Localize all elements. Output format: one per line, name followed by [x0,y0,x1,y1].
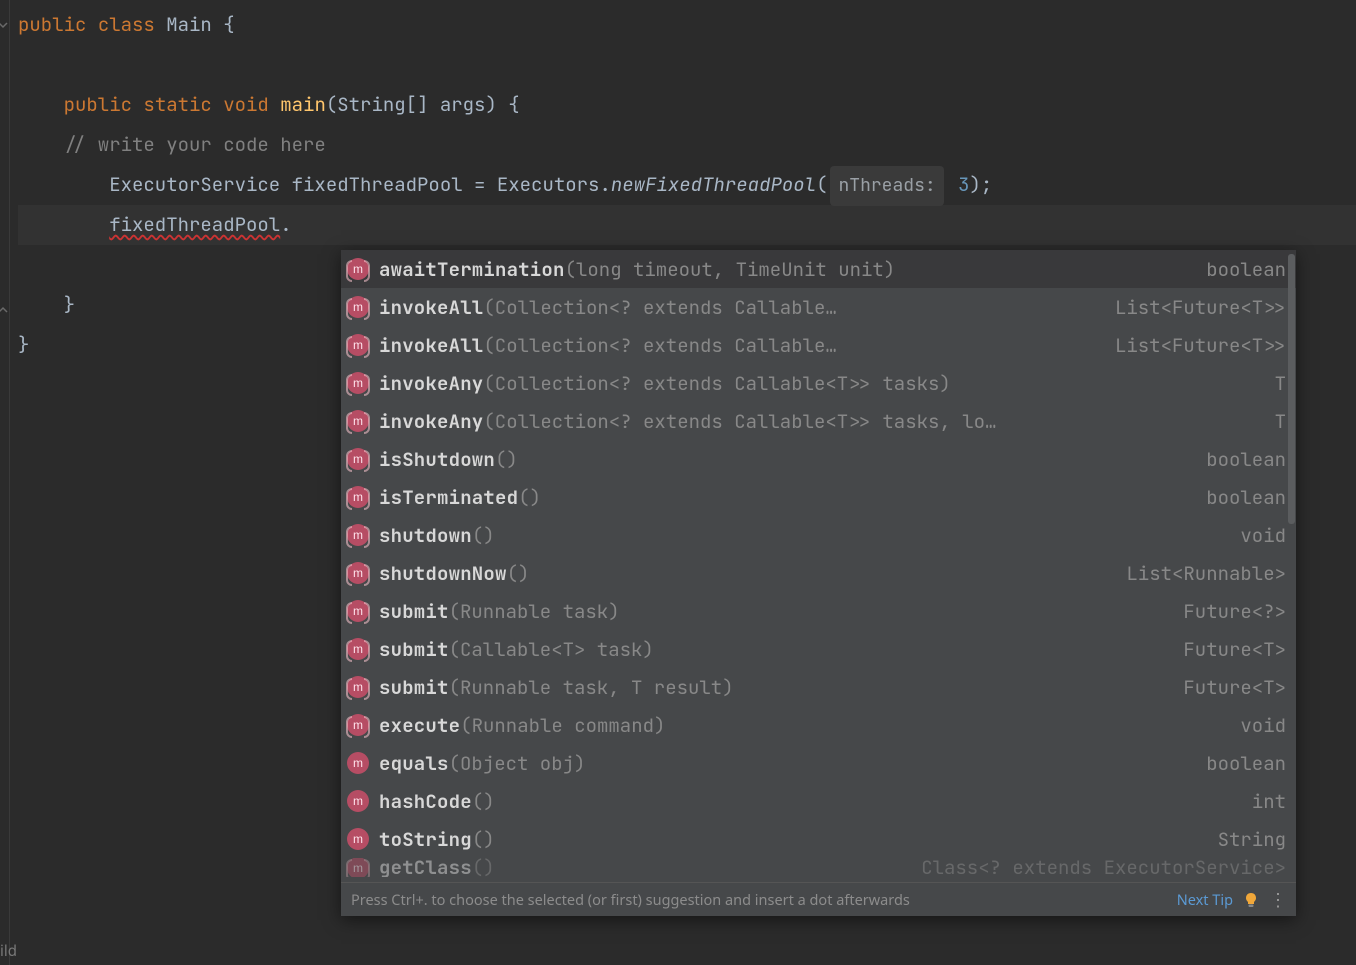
autocomplete-item[interactable]: m awaitTermination(long timeout, TimeUnit… [341,250,1296,288]
return-type: Future<T> [1183,637,1286,662]
method-icon: m [347,486,369,508]
method-signature: toString() [379,827,495,852]
autocomplete-item[interactable]: m invokeAll(Collection<? extends Callable… [341,288,1296,326]
return-type: boolean [1206,257,1286,282]
method-icon: m [347,714,369,736]
method-signature: shutdownNow() [379,561,529,586]
next-tip-link[interactable]: Next Tip [1177,890,1233,910]
method-signature: invokeAny(Collection<? extends Callable<… [379,371,951,396]
autocomplete-item[interactable]: m submit(Runnable task, T result) Future<T… [341,668,1296,706]
method-icon: m [347,296,369,318]
method-icon: m [347,638,369,660]
parameter-hint: nThreads: [830,166,943,206]
return-type: String [1218,827,1286,852]
return-type: int [1252,789,1286,814]
status-bar-left: ild [0,941,17,961]
return-type: void [1240,523,1286,548]
method-signature: submit(Runnable task, T result) [379,675,734,700]
autocomplete-item[interactable]: m submit(Runnable task) Future<?> [341,592,1296,630]
autocomplete-item[interactable]: m equals(Object obj) boolean [341,744,1296,782]
return-type: void [1240,713,1286,738]
method-icon: m [347,372,369,394]
tip-text: Press Ctrl+. to choose the selected (or … [351,890,1167,910]
autocomplete-item[interactable]: m invokeAny(Collection<? extends Callable… [341,402,1296,440]
method-icon: m [347,752,369,774]
return-type: T [1275,371,1286,396]
method-signature: submit(Callable<T> task) [379,637,654,662]
return-type: boolean [1206,485,1286,510]
method-signature: equals(Object obj) [379,751,585,776]
return-type: List<Future<T>> [1115,333,1286,358]
method-icon: m [347,410,369,432]
method-icon: m [347,448,369,470]
return-type: Future<T> [1183,675,1286,700]
popup-scrollbar[interactable] [1286,250,1296,882]
return-type: T [1275,409,1286,434]
return-type: List<Future<T>> [1115,295,1286,320]
autocomplete-item[interactable]: m invokeAll(Collection<? extends Callable… [341,326,1296,364]
method-icon: m [347,828,369,850]
method-signature: invokeAll(Collection<? extends Callable… [379,333,837,358]
return-type: Class<? extends ExecutorService> [921,858,1286,877]
scrollbar-thumb[interactable] [1288,254,1295,524]
method-signature: invokeAll(Collection<? extends Callable… [379,295,837,320]
method-icon: m [347,334,369,356]
method-signature: execute(Runnable command) [379,713,665,738]
autocomplete-item[interactable]: m hashCode() int [341,782,1296,820]
method-signature: isTerminated() [379,485,541,510]
autocomplete-item[interactable]: m isShutdown() boolean [341,440,1296,478]
autocomplete-item[interactable]: m invokeAny(Collection<? extends Callable… [341,364,1296,402]
method-signature: submit(Runnable task) [379,599,620,624]
method-icon: m [347,562,369,584]
method-signature: getClass() [379,858,495,877]
method-icon: m [347,676,369,698]
method-signature: isShutdown() [379,447,518,472]
return-type: Future<?> [1183,599,1286,624]
autocomplete-list[interactable]: m awaitTermination(long timeout, TimeUnit… [341,250,1296,882]
autocomplete-item[interactable]: m getClass() Class<? extends ExecutorServi… [341,858,1296,877]
code-line: public static void main(String[] args) { [18,85,1356,125]
code-line [18,45,1356,85]
more-icon[interactable]: ⋮ [1269,891,1286,909]
method-icon: m [347,524,369,546]
autocomplete-footer: Press Ctrl+. to choose the selected (or … [341,882,1296,916]
autocomplete-item[interactable]: m toString() String [341,820,1296,858]
method-icon: m [347,600,369,622]
autocomplete-item[interactable]: m execute(Runnable command) void [341,706,1296,744]
return-type: boolean [1206,447,1286,472]
method-signature: invokeAny(Collection<? extends Callable<… [379,409,996,434]
code-line-current: fixedThreadPool. [18,205,1356,245]
bulb-icon[interactable] [1243,892,1259,908]
return-type: List<Runnable> [1126,561,1286,586]
autocomplete-item[interactable]: m isTerminated() boolean [341,478,1296,516]
autocomplete-item[interactable]: m submit(Callable<T> task) Future<T> [341,630,1296,668]
autocomplete-item[interactable]: m shutdownNow() List<Runnable> [341,554,1296,592]
code-line: // write your code here [18,125,1356,165]
code-line: public class Main { [18,5,1356,45]
method-icon: m [347,858,369,877]
method-icon: m [347,790,369,812]
code-line: ExecutorService fixedThreadPool = Execut… [18,165,1356,205]
autocomplete-item[interactable]: m shutdown() void [341,516,1296,554]
method-signature: shutdown() [379,523,495,548]
return-type: boolean [1206,751,1286,776]
method-icon: m [347,258,369,280]
autocomplete-popup: m awaitTermination(long timeout, TimeUnit… [341,250,1296,916]
method-signature: awaitTermination(long timeout, TimeUnit … [379,257,895,282]
method-signature: hashCode() [379,789,495,814]
